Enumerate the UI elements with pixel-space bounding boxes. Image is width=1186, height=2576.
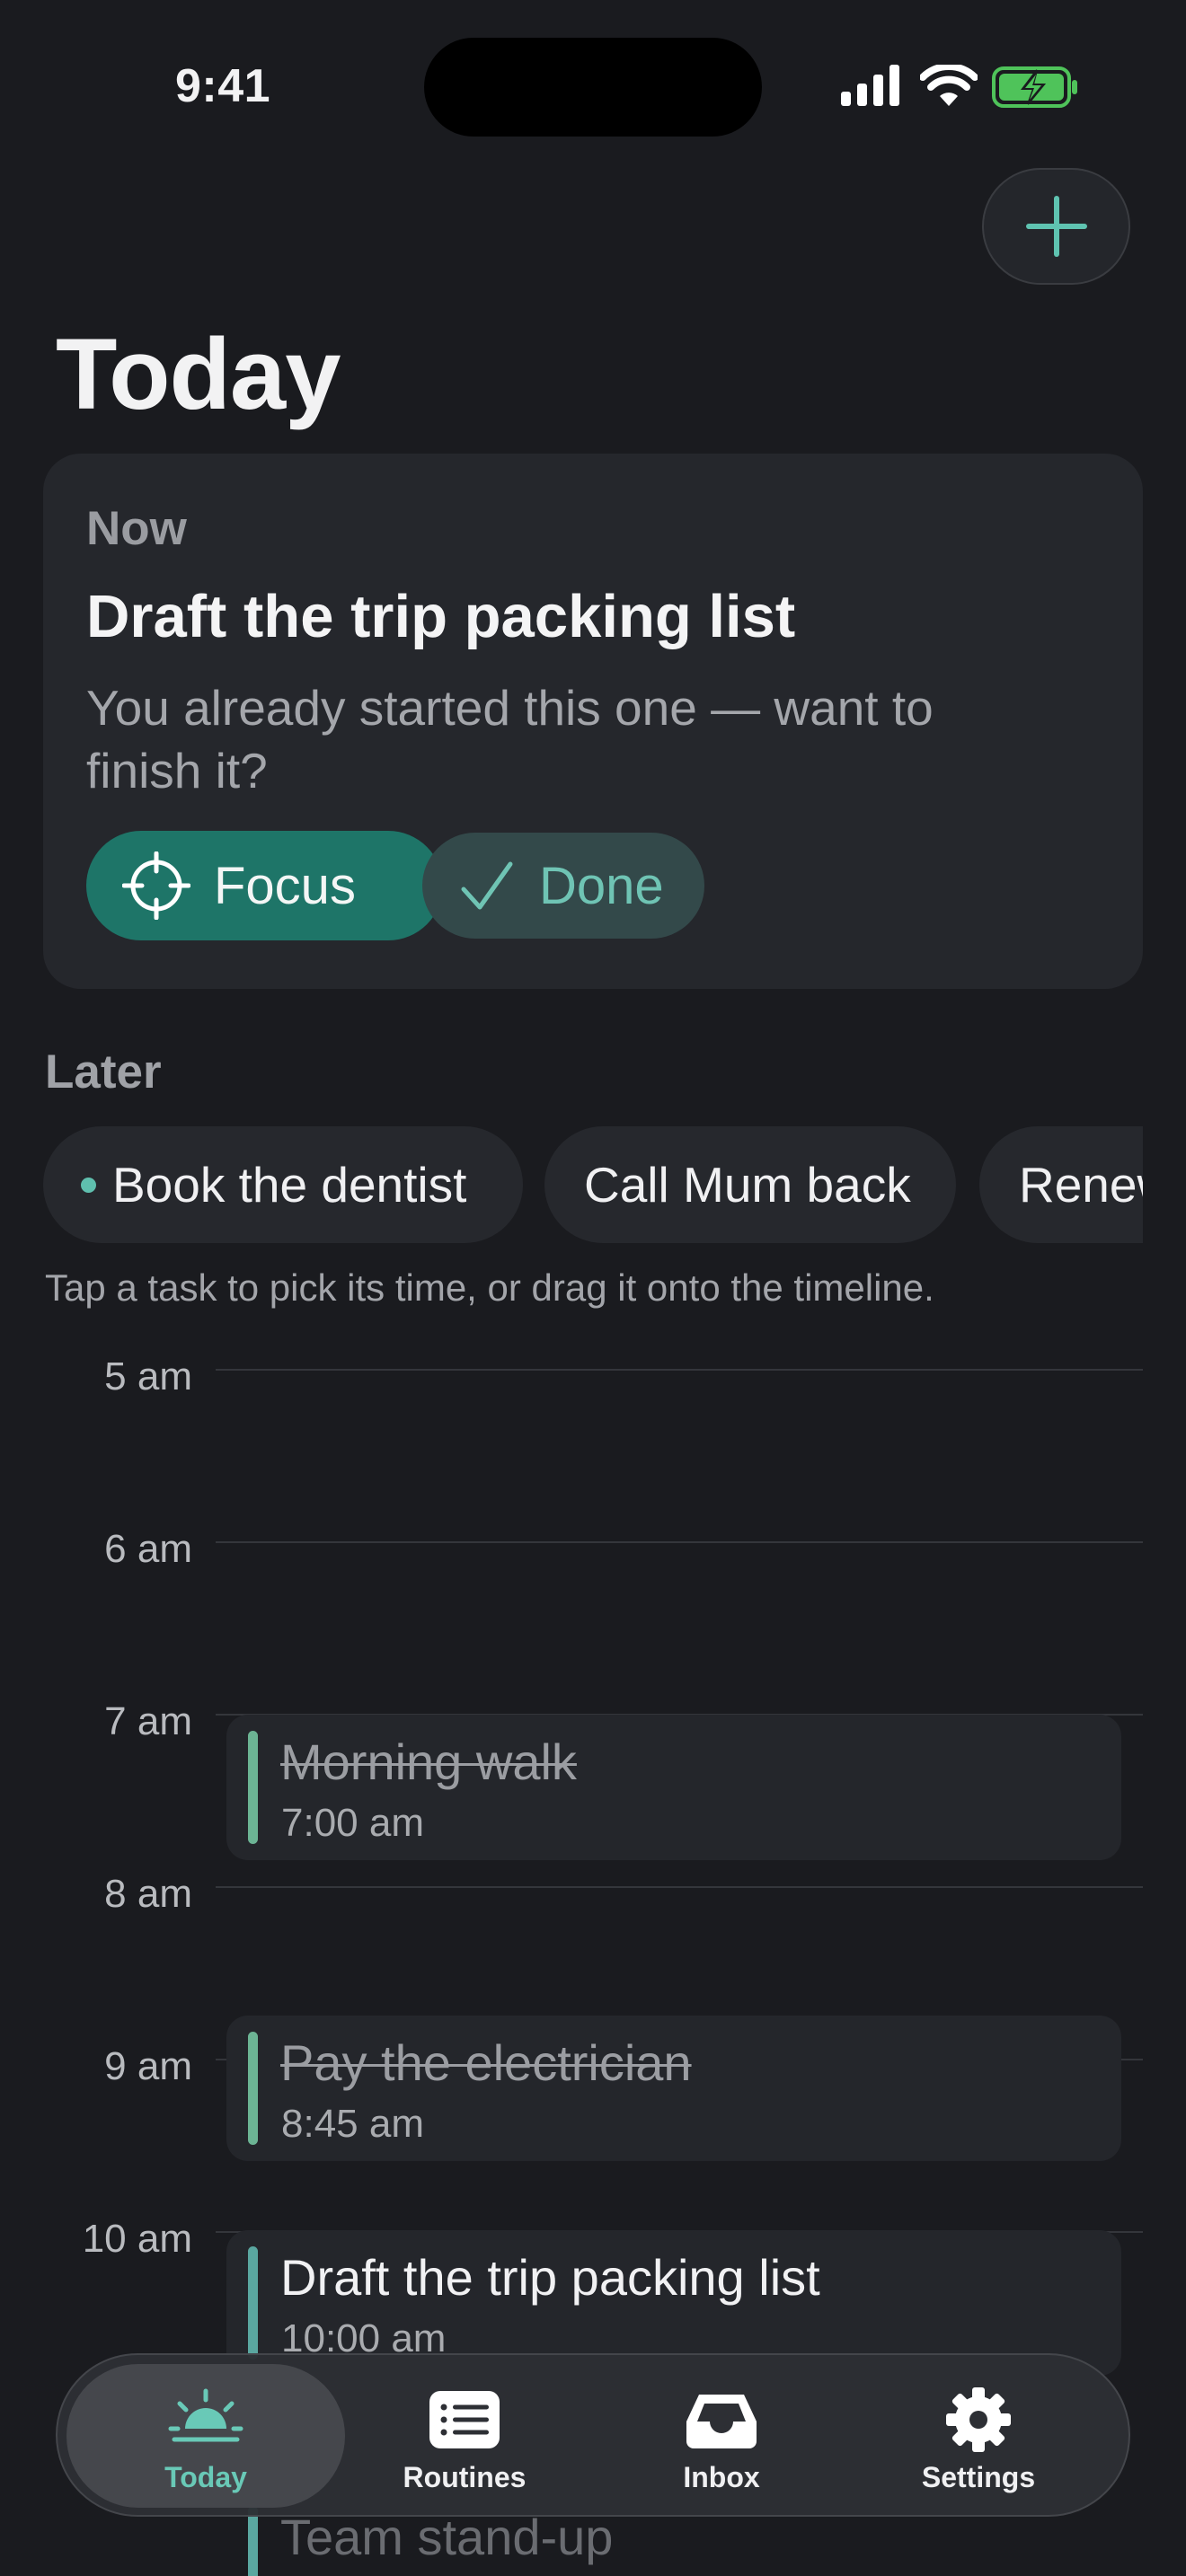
now-task-subtitle: You already started this one — want to f…	[86, 680, 934, 798]
hour-line	[216, 1541, 1143, 1543]
wifi-icon	[920, 65, 978, 106]
done-button-label: Done	[539, 856, 664, 915]
plus-icon	[1025, 196, 1087, 257]
now-card: Now Draft the trip packing list You alre…	[43, 454, 1143, 989]
tab-label: Routines	[403, 2461, 527, 2493]
later-chip[interactable]: Book the dentist	[43, 1126, 523, 1243]
later-chip[interactable]: Renew	[979, 1126, 1143, 1243]
cellular-signal-icon	[841, 65, 899, 106]
event-time: 8:45 am	[281, 2102, 424, 2146]
focus-button-label: Focus	[214, 856, 356, 915]
timeline-event[interactable]: Pay the electrician 8:45 am	[226, 2016, 1121, 2161]
event-title: Pay the electrician	[280, 2034, 692, 2091]
timeline-event[interactable]: Morning walk 7:00 am	[226, 1715, 1121, 1860]
unscheduled-dot-icon	[81, 1177, 96, 1193]
gear-icon	[946, 2387, 1011, 2452]
later-chip[interactable]: Call Mum back	[544, 1126, 956, 1243]
hour-label: 8 am	[104, 1872, 192, 1916]
tab-inbox[interactable]: Inbox	[582, 2364, 861, 2508]
later-section-label: Later	[45, 1045, 162, 1098]
later-hint: Tap a task to pick its time, or drag it …	[45, 1266, 934, 1309]
tab-label: Settings	[921, 2461, 1036, 2493]
tab-routines[interactable]: Routines	[325, 2364, 604, 2508]
hour-line	[216, 1886, 1143, 1888]
now-task-title: Draft the trip packing list	[86, 583, 796, 650]
hour-label: 7 am	[104, 1699, 192, 1743]
chip-label: Book the dentist	[112, 1157, 467, 1213]
done-button[interactable]: Done	[422, 833, 704, 939]
battery-charging-icon	[992, 66, 1077, 108]
focus-button[interactable]: Focus	[86, 831, 443, 940]
tab-settings[interactable]: Settings	[839, 2364, 1118, 2508]
event-title: Draft the trip packing list	[280, 2249, 820, 2306]
add-task-button[interactable]	[982, 168, 1130, 285]
inbox-tray-icon	[686, 2395, 757, 2448]
event-color-bar	[248, 2032, 258, 2145]
tab-bar: Today Routines Inbox Settings	[56, 2353, 1130, 2517]
sunrise-icon	[168, 2388, 243, 2442]
tab-label: Today	[164, 2461, 247, 2493]
tab-label: Inbox	[683, 2461, 760, 2493]
tab-today[interactable]: Today	[66, 2364, 345, 2508]
hour-label: 5 am	[104, 1354, 192, 1398]
hour-line	[216, 1369, 1143, 1371]
chip-label: Renew	[1019, 1157, 1143, 1213]
hour-label: 6 am	[104, 1527, 192, 1571]
later-chips-scroller[interactable]: Book the dentist Call Mum back Renew	[43, 1126, 1143, 1243]
event-time: 7:00 am	[281, 1801, 424, 1845]
chip-label: Call Mum back	[584, 1157, 911, 1213]
now-label: Now	[86, 502, 187, 555]
event-color-bar	[248, 2246, 258, 2360]
crosshair-icon	[122, 851, 190, 920]
status-time: 9:41	[175, 60, 271, 112]
checkmark-icon	[461, 861, 513, 910]
dynamic-island	[424, 38, 762, 137]
hour-label: 10 am	[82, 2217, 192, 2261]
hour-label: 9 am	[104, 2044, 192, 2088]
event-title: Morning walk	[280, 1734, 577, 1790]
list-icon	[429, 2391, 500, 2448]
event-color-bar	[248, 1731, 258, 1844]
page-title: Today	[56, 318, 341, 430]
